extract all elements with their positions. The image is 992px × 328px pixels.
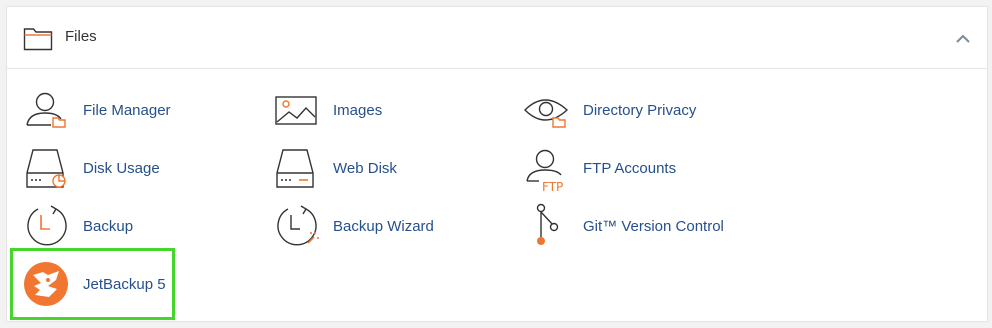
svg-text:FTP: FTP xyxy=(542,180,563,193)
item-label: Images xyxy=(333,102,383,119)
directory-privacy-icon xyxy=(524,99,569,128)
files-panel: Files File Manager Images Directory Priv… xyxy=(6,6,988,322)
backup-wizard-icon xyxy=(277,205,319,246)
item-label: Git™ Version Control xyxy=(583,218,724,235)
item-label: Directory Privacy xyxy=(583,102,697,119)
item-label: File Manager xyxy=(83,102,171,119)
item-label: Backup Wizard xyxy=(333,218,434,235)
section-title: Files xyxy=(65,28,97,45)
disk-usage-icon xyxy=(26,149,66,188)
web-disk-icon xyxy=(276,149,314,188)
item-label: FTP Accounts xyxy=(583,160,677,177)
item-label: Backup xyxy=(83,218,134,235)
item-label: Disk Usage xyxy=(83,160,160,177)
backup-icon xyxy=(27,205,67,246)
ftp-accounts-icon: FTP xyxy=(526,149,563,193)
images-icon xyxy=(275,96,317,125)
files-section-header[interactable]: Files xyxy=(7,7,987,69)
chevron-up-icon[interactable] xyxy=(955,33,971,45)
git-icon xyxy=(536,203,559,245)
file-manager-icon xyxy=(26,92,66,128)
folder-icon xyxy=(23,28,53,51)
item-label: Web Disk xyxy=(333,160,397,177)
highlight-box xyxy=(10,248,175,320)
